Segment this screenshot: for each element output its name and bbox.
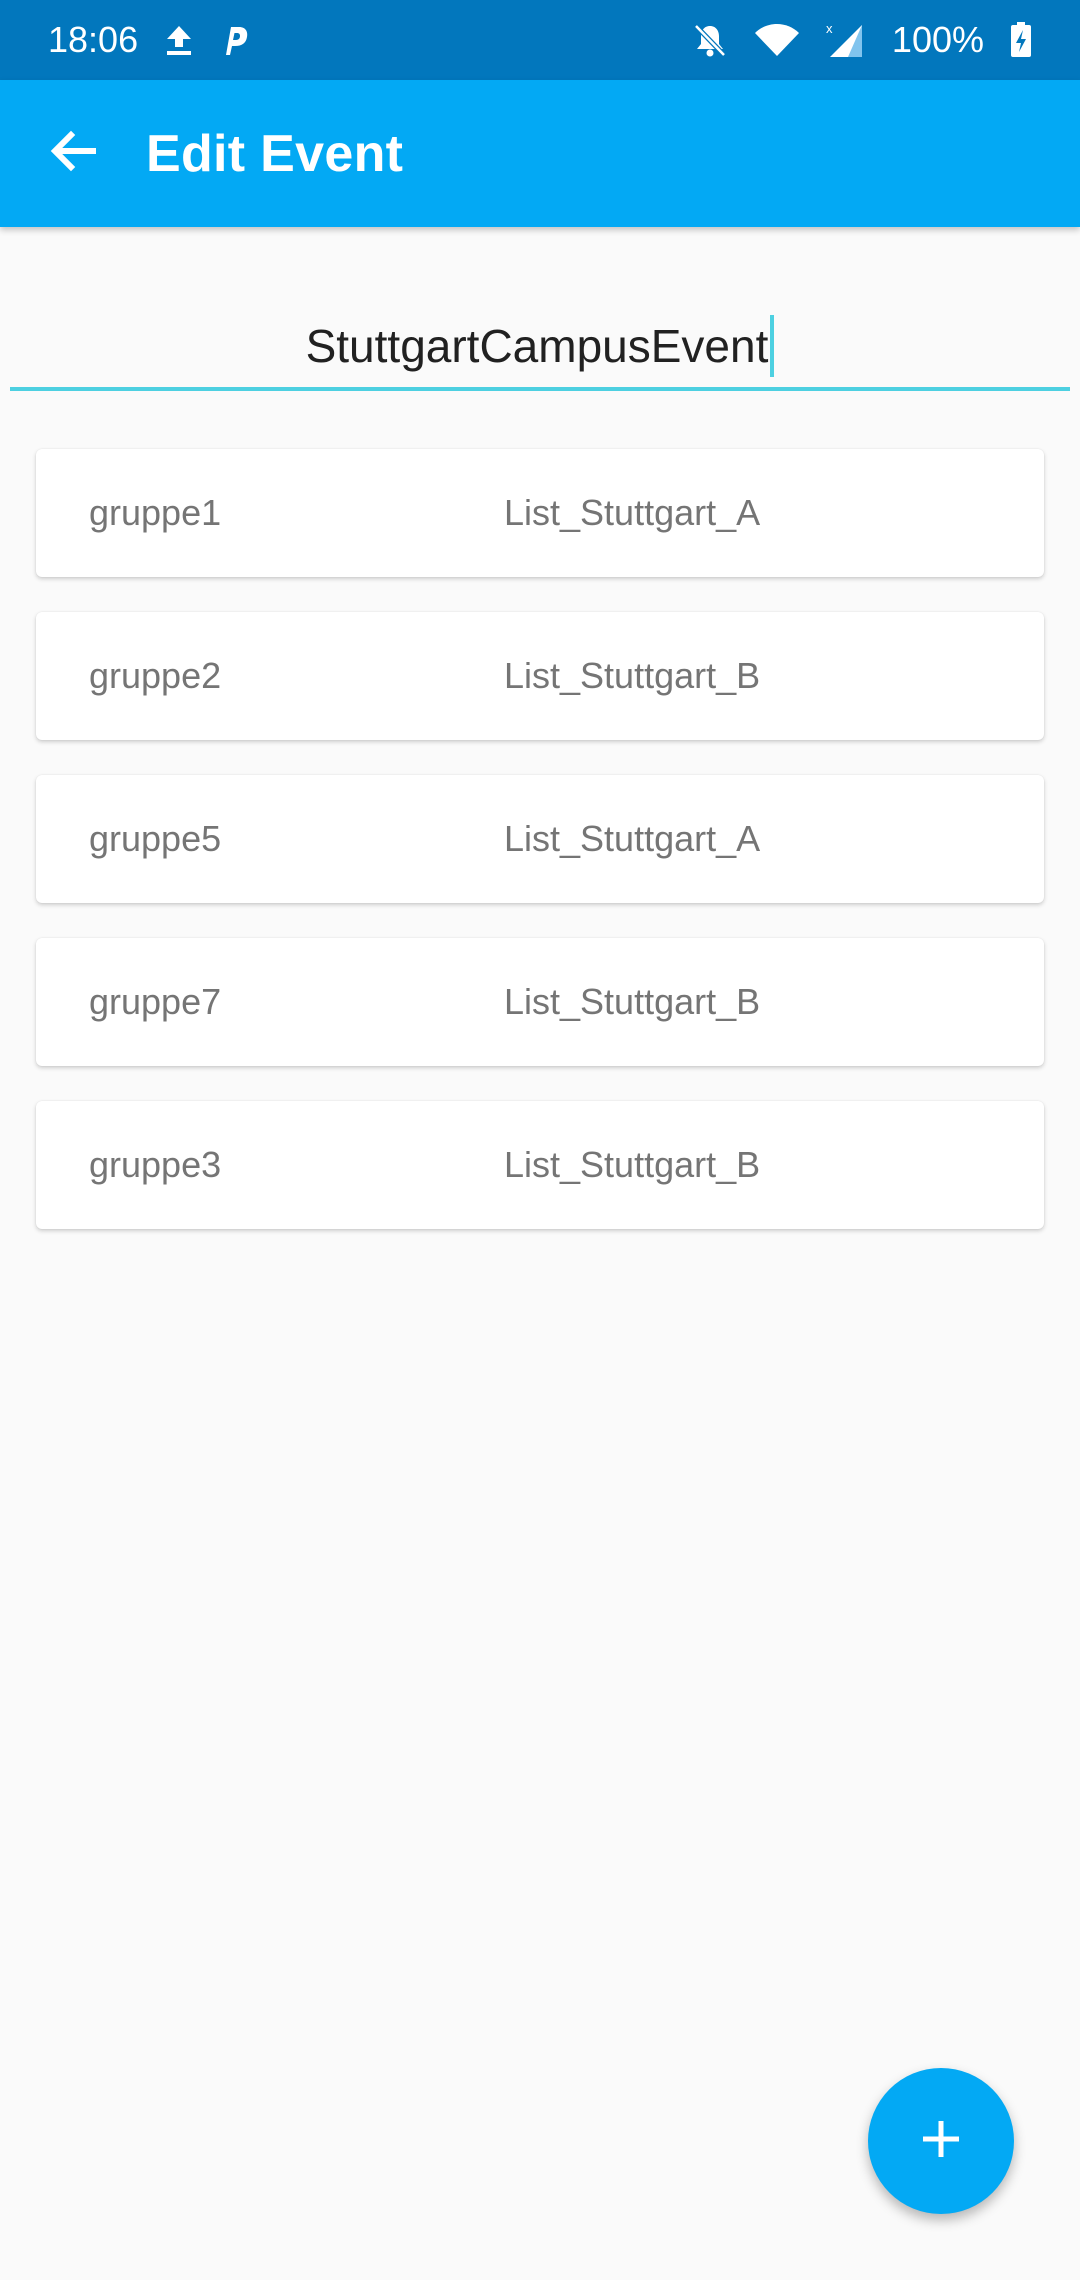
wifi-icon [754,23,800,57]
group-list-name: List_Stuttgart_B [504,981,761,1022]
status-bar: 18:06 x 100% [0,0,1080,80]
app-bar: Edit Event [0,80,1080,227]
group-list-name: List_Stuttgart_B [504,1144,761,1185]
signal-icon: x [826,21,866,59]
page-title: Edit Event [146,124,404,183]
group-name: gruppe2 [89,655,222,696]
group-name: gruppe3 [89,1144,222,1185]
group-list-name: List_Stuttgart_B [504,655,761,696]
parking-icon [220,23,250,57]
group-list: gruppe1 List_Stuttgart_A gruppe2 List_St… [36,449,1044,1264]
list-item[interactable]: gruppe5 List_Stuttgart_A [36,775,1044,903]
status-time: 18:06 [48,19,139,60]
list-item[interactable]: gruppe3 List_Stuttgart_B [36,1101,1044,1229]
group-name: gruppe7 [89,981,222,1022]
event-name-value: StuttgartCampusEvent [305,320,769,372]
edit-event-screen: 18:06 x 100% Edit Event StuttgartCampusE… [0,0,1080,2280]
text-caret [770,315,775,377]
back-button[interactable] [18,99,128,209]
group-name: gruppe1 [89,492,222,533]
battery-charging-icon [1010,22,1032,58]
upload-icon [164,24,194,56]
group-list-name: List_Stuttgart_A [504,818,761,859]
add-group-button[interactable] [868,2068,1014,2214]
list-item[interactable]: gruppe1 List_Stuttgart_A [36,449,1044,577]
list-item[interactable]: gruppe7 List_Stuttgart_B [36,938,1044,1066]
svg-text:x: x [826,21,833,36]
event-name-input[interactable]: StuttgartCampusEvent [10,315,1070,377]
event-name-field[interactable]: StuttgartCampusEvent [10,305,1070,391]
bell-off-icon [692,22,728,58]
status-right: x 100% [692,19,1032,61]
list-item[interactable]: gruppe2 List_Stuttgart_B [36,612,1044,740]
battery-percent: 100% [891,19,984,60]
group-name: gruppe5 [89,818,222,859]
status-left: 18:06 [48,19,250,61]
arrow-back-icon [49,129,97,178]
plus-icon [919,2117,963,2166]
group-list-name: List_Stuttgart_A [504,492,761,533]
